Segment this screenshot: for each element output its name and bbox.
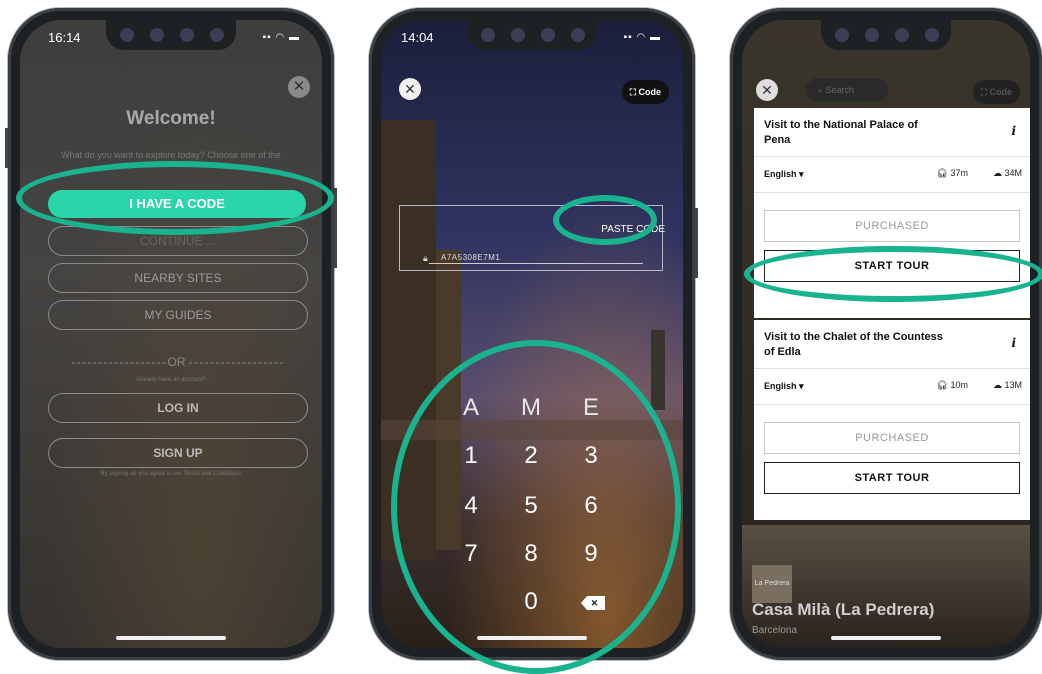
notch [467, 20, 597, 50]
place-title[interactable]: Casa Milà (La Pedrera) [752, 600, 934, 620]
already-account-text: Already have an account? [136, 377, 206, 383]
key-9[interactable]: 9 [566, 540, 616, 568]
key-7[interactable]: 7 [446, 540, 496, 568]
welcome-title: Welcome! [126, 108, 216, 129]
close-icon[interactable]: ✕ [399, 78, 421, 100]
welcome-screen: 16:14 ▪▪ ◠ ▬ ✕ Welcome! What do you want… [20, 20, 322, 648]
tour-title: Visit to the National Palace of Pena [764, 119, 918, 146]
sign-up-button[interactable]: SIGN UP [48, 438, 308, 468]
log-in-button[interactable]: LOG IN [48, 393, 308, 423]
terms-text: By signing up you agree to our Terms and… [100, 471, 242, 477]
download-size: ☁︎ 13M [992, 380, 1022, 390]
phone-frame-tours: ✕ ⌕ Search ⛶ Code Visit to the National … [730, 8, 1042, 660]
continue-button[interactable]: CONTINUE ... [48, 226, 308, 256]
key-letter-m[interactable]: M [506, 394, 556, 422]
status-time: 14:04 [401, 30, 434, 45]
or-divider: - - - - - - - - - - - - - - - - - - OR -… [71, 355, 284, 369]
key-2[interactable]: 2 [506, 442, 556, 470]
scan-code-button[interactable]: ⛶ Code [621, 80, 669, 104]
key-8[interactable]: 8 [506, 540, 556, 568]
purchased-button: PURCHASED [764, 422, 1020, 454]
paste-code-button[interactable]: PASTE CODE [601, 224, 665, 235]
key-5[interactable]: 5 [506, 492, 556, 520]
purchased-button: PURCHASED [764, 210, 1020, 242]
close-icon[interactable]: ✕ [288, 76, 310, 98]
tours-screen: ✕ ⌕ Search ⛶ Code Visit to the National … [742, 20, 1030, 648]
backspace-icon[interactable]: ✕ [581, 596, 605, 610]
key-4[interactable]: 4 [446, 492, 496, 520]
status-icons: ▪▪ ◠ ▬ [623, 32, 661, 43]
phone-frame-welcome: 16:14 ▪▪ ◠ ▬ ✕ Welcome! What do you want… [5, 8, 337, 660]
home-indicator [477, 636, 587, 640]
download-size: ☁︎ 34M [992, 168, 1022, 178]
headphones-icon: 🎧︎ [936, 168, 948, 178]
key-0[interactable]: 0 [506, 588, 556, 616]
i-have-a-code-button[interactable]: I HAVE A CODE [48, 190, 306, 218]
home-indicator [831, 636, 941, 640]
close-icon[interactable]: ✕ [756, 79, 778, 101]
code-input-value[interactable]: A7A5308E7M1 [441, 253, 500, 262]
place-subtitle: Barcelona [752, 625, 798, 636]
home-indicator [116, 636, 226, 640]
welcome-prompt: What do you want to explore today? Choos… [61, 150, 281, 160]
lock-icon: 🔒︎ [423, 253, 428, 263]
info-icon[interactable]: i [1011, 124, 1016, 138]
scan-code-button[interactable]: ⛶ Code [972, 80, 1020, 104]
start-tour-button[interactable]: START TOUR [764, 250, 1020, 282]
cloud-download-icon: ☁︎ [992, 168, 1002, 178]
headphones-icon: 🎧︎ [936, 380, 948, 390]
key-letter-e[interactable]: E [566, 394, 616, 422]
key-6[interactable]: 6 [566, 492, 616, 520]
notch [821, 20, 951, 50]
language-select[interactable]: English ▾ [764, 169, 804, 180]
tour-card: Visit to the National Palace of Pena i E… [754, 108, 1030, 318]
phone-frame-code-entry: 14:04 ▪▪ ◠ ▬ ✕ ⛶ Code PASTE CODE 🔒︎ A7A5… [369, 8, 698, 660]
tour-title: Visit to the Chalet of the Countess of E… [764, 331, 943, 358]
key-1[interactable]: 1 [446, 442, 496, 470]
notch [106, 20, 236, 50]
place-logo: La Pedrera [752, 565, 792, 603]
language-select[interactable]: English ▾ [764, 381, 804, 392]
code-input-box[interactable] [399, 205, 663, 271]
my-guides-button[interactable]: MY GUIDES [48, 300, 308, 330]
start-tour-button[interactable]: START TOUR [764, 462, 1020, 494]
info-icon[interactable]: i [1011, 336, 1016, 350]
code-entry-screen: 14:04 ▪▪ ◠ ▬ ✕ ⛶ Code PASTE CODE 🔒︎ A7A5… [381, 20, 683, 648]
nearby-sites-button[interactable]: NEARBY SITES [48, 263, 308, 293]
key-letter-a[interactable]: A [446, 394, 496, 422]
status-time: 16:14 [48, 30, 81, 45]
cloud-download-icon: ☁︎ [992, 380, 1002, 390]
code-underline [429, 263, 643, 264]
tour-card: Visit to the Chalet of the Countess of E… [754, 320, 1030, 520]
status-icons: ▪▪ ◠ ▬ [262, 32, 300, 43]
search-input[interactable]: ⌕ Search [806, 78, 888, 102]
key-3[interactable]: 3 [566, 442, 616, 470]
duration: 🎧︎ 10m [936, 380, 968, 390]
duration: 🎧︎ 37m [936, 168, 968, 178]
